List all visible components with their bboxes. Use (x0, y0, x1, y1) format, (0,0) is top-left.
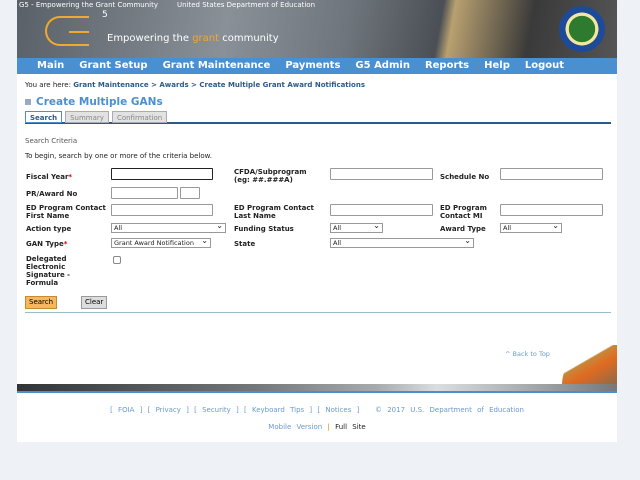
nav-main[interactable]: Main (37, 58, 64, 74)
cfda-input[interactable] (330, 168, 433, 180)
tab-search[interactable]: Search (25, 111, 63, 123)
page: G5 - Empowering the Grant Community Unit… (17, 0, 617, 442)
cfda-label: CFDA/Subprogram (eg: ##.###A) (234, 168, 307, 184)
pr-award-label: PR/Award No (26, 190, 78, 198)
funding-status-select[interactable]: All (330, 222, 383, 233)
award-type-select[interactable]: All (500, 222, 562, 233)
classroom-image (562, 345, 617, 385)
full-site-link[interactable]: Full Site (335, 423, 366, 431)
funding-status-label: Funding Status (234, 225, 294, 233)
action-type-label: Action type (26, 225, 72, 233)
tab-bar: Search Summary Confirmation (25, 111, 611, 124)
award-type-label: Award Type (440, 225, 486, 233)
footer-keyboard-tips[interactable]: Keyboard Tips (252, 406, 304, 414)
last-name-label: ED Program Contact Last Name (234, 204, 314, 220)
main-nav: Main Grant Setup Grant Maintenance Payme… (17, 58, 617, 74)
nav-reports[interactable]: Reports (425, 58, 469, 74)
clear-button[interactable]: Clear (81, 296, 108, 309)
back-to-top-link[interactable]: ^ Back to Top (505, 350, 550, 358)
intro-text: To begin, search by one or more of the c… (25, 152, 212, 160)
tab-summary[interactable]: Summary (65, 111, 109, 123)
divider (25, 312, 611, 313)
action-type-select[interactable]: All (111, 222, 226, 233)
tagline: Empowering the grant community (107, 33, 279, 44)
breadcrumb: You are here: Grant Maintenance > Awards… (25, 81, 366, 89)
delegated-signature-label: Delegated Electronic Signature - Formula (26, 255, 71, 287)
gan-type-select[interactable]: Grant Award Notification (111, 237, 211, 248)
mi-input[interactable] (500, 204, 603, 216)
ed-seal-icon (559, 6, 605, 52)
nav-help[interactable]: Help (484, 58, 510, 74)
gan-type-label: GAN Type* (26, 240, 68, 248)
nav-grant-maintenance[interactable]: Grant Maintenance (163, 58, 271, 74)
pr-award-input[interactable] (111, 187, 178, 199)
footer-links: [ FOIA ] [ Privacy ] [ Security ] [ Keyb… (110, 406, 524, 414)
last-name-input[interactable] (330, 204, 433, 216)
g5-logo-alt: G5 - Empowering the Grant Community (19, 1, 159, 9)
nav-payments[interactable]: Payments (285, 58, 340, 74)
footer-notices[interactable]: Notices (325, 406, 351, 414)
ed-logo-alt: United States Department of Education (177, 1, 316, 9)
nav-grant-setup[interactable]: Grant Setup (79, 58, 147, 74)
schedule-input[interactable] (500, 168, 603, 180)
nav-logout[interactable]: Logout (525, 58, 564, 74)
mobile-version-link[interactable]: Mobile Version (268, 423, 322, 431)
first-name-input[interactable] (111, 204, 213, 216)
footer-privacy[interactable]: Privacy (156, 406, 181, 414)
mi-label: ED Program Contact MI (440, 204, 487, 220)
search-button[interactable]: Search (25, 296, 58, 309)
header-banner: G5 - Empowering the Grant Community Unit… (17, 0, 617, 58)
footer-security[interactable]: Security (202, 406, 231, 414)
nav-g5-admin[interactable]: G5 Admin (355, 58, 410, 74)
g5-sup: 5 (102, 10, 108, 20)
page-title: Create Multiple GANs (25, 96, 163, 108)
delegated-signature-checkbox[interactable] (113, 256, 121, 264)
first-name-label: ED Program Contact First Name (26, 204, 106, 220)
breadcrumb-path[interactable]: Grant Maintenance > Awards > Create Mult… (73, 81, 365, 89)
footer-foia[interactable]: FOIA (118, 406, 134, 414)
footer-version: Mobile Version | Full Site (268, 423, 366, 431)
copyright: © 2017 U.S. Department of Education (375, 406, 524, 414)
state-select[interactable]: All (330, 237, 474, 248)
fiscal-year-input[interactable] (111, 168, 213, 180)
pr-award-suffix-input[interactable] (180, 187, 200, 199)
tab-confirmation[interactable]: Confirmation (111, 111, 168, 123)
page-icon (25, 99, 31, 105)
section-heading: Search Criteria (25, 137, 78, 145)
fiscal-year-label: Fiscal Year* (26, 173, 73, 181)
state-label: State (234, 240, 256, 248)
schedule-label: Schedule No (440, 173, 490, 181)
footer-band (17, 384, 617, 393)
